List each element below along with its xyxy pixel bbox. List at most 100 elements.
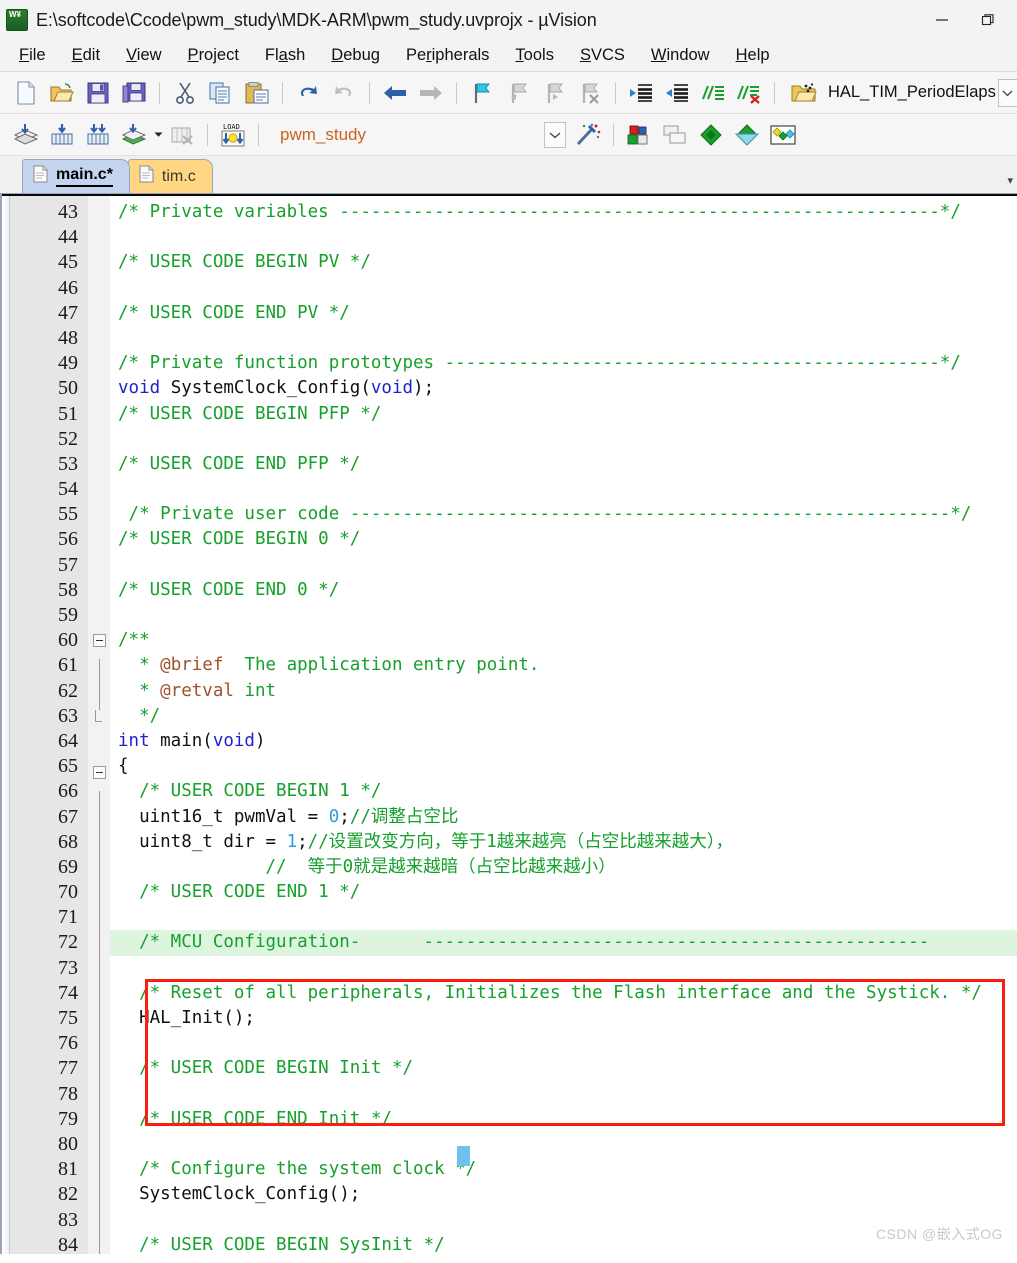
copy-icon[interactable] [205, 77, 237, 109]
code-line[interactable]: uint16_t pwmVal = 0;//调整占空比 [110, 805, 1017, 830]
save-all-icon[interactable] [118, 77, 150, 109]
code-line[interactable]: /* USER CODE END Init */ [110, 1107, 1017, 1132]
project-target-combo[interactable]: pwm_study [272, 121, 566, 148]
code-line[interactable]: /* USER CODE END 1 */ [110, 880, 1017, 905]
menu-help[interactable]: Help [723, 44, 783, 67]
bookmark-next-icon[interactable] [538, 77, 570, 109]
tab-main-c[interactable]: main.c* [22, 159, 130, 193]
indent-right-icon[interactable] [625, 77, 657, 109]
code-line[interactable]: /* Private user code -------------------… [110, 502, 1017, 527]
code-line[interactable]: { [110, 754, 1017, 779]
code-fold-column[interactable] [88, 194, 110, 1254]
undo-icon[interactable] [292, 77, 324, 109]
code-line[interactable]: /* USER CODE END PV */ [110, 301, 1017, 326]
code-line[interactable]: */ [110, 704, 1017, 729]
batch-build-icon[interactable] [118, 119, 150, 151]
code-text-area[interactable]: /* Private variables -------------------… [110, 194, 1017, 1254]
code-line[interactable] [110, 326, 1017, 351]
tab-scroll-icon[interactable]: ▾ [1007, 174, 1013, 187]
code-line[interactable] [110, 1082, 1017, 1107]
code-line[interactable]: /* Reset of all peripherals, Initializes… [110, 981, 1017, 1006]
new-file-icon[interactable] [10, 77, 42, 109]
editor-split-handle[interactable] [2, 194, 10, 1254]
rebuild-icon[interactable] [82, 119, 114, 151]
bookmark-prev-icon[interactable] [502, 77, 534, 109]
code-line[interactable]: /** [110, 628, 1017, 653]
code-line[interactable] [110, 553, 1017, 578]
code-line[interactable]: /* Configure the system clock */ [110, 1157, 1017, 1182]
code-line[interactable]: void SystemClock_Config(void); [110, 376, 1017, 401]
code-line[interactable]: /* USER CODE BEGIN 1 */ [110, 779, 1017, 804]
code-line[interactable] [110, 956, 1017, 981]
code-line[interactable]: /* MCU Configuration- ------------------… [110, 930, 1017, 956]
load-icon[interactable]: LOAD [217, 119, 249, 151]
code-line[interactable]: // 等于0就是越来越暗（占空比越来越小） [110, 855, 1017, 880]
code-line[interactable]: /* USER CODE BEGIN Init */ [110, 1056, 1017, 1081]
code-line[interactable]: uint8_t dir = 1;//设置改变方向，等于1越来越亮（占空比越来越大… [110, 830, 1017, 855]
code-line[interactable]: /* USER CODE END PFP */ [110, 452, 1017, 477]
code-line[interactable] [110, 276, 1017, 301]
code-line[interactable]: SystemClock_Config(); [110, 1182, 1017, 1207]
code-line[interactable]: /* USER CODE BEGIN 0 */ [110, 527, 1017, 552]
manage-rte-icon[interactable] [767, 119, 799, 151]
bookmark-clear-icon[interactable] [574, 77, 606, 109]
code-line[interactable] [110, 905, 1017, 930]
chevron-down-icon[interactable] [543, 121, 566, 148]
target-options-icon[interactable] [623, 119, 655, 151]
save-icon[interactable] [82, 77, 114, 109]
translate-icon[interactable] [10, 119, 42, 151]
fold-marker[interactable] [88, 634, 110, 659]
code-line[interactable]: * @retval int [110, 679, 1017, 704]
build-icon[interactable] [46, 119, 78, 151]
batch-build-dropdown-icon[interactable] [152, 119, 164, 151]
code-line[interactable] [110, 427, 1017, 452]
code-line[interactable]: int main(void) [110, 729, 1017, 754]
menu-file[interactable]: File [6, 44, 59, 67]
menu-project[interactable]: Project [175, 44, 252, 67]
code-line[interactable] [110, 477, 1017, 502]
paste-icon[interactable] [241, 77, 273, 109]
menu-svcs[interactable]: SVCS [567, 44, 638, 67]
bookmark-toggle-icon[interactable] [466, 77, 498, 109]
cut-icon[interactable] [169, 77, 201, 109]
navigate-forward-icon[interactable] [415, 77, 447, 109]
code-line[interactable] [110, 1031, 1017, 1056]
menu-peripherals[interactable]: Peripherals [393, 44, 502, 67]
open-file-icon[interactable] [46, 77, 78, 109]
code-line[interactable] [110, 603, 1017, 628]
navigate-back-icon[interactable] [379, 77, 411, 109]
code-line[interactable]: * @brief The application entry point. [110, 653, 1017, 678]
redo-icon[interactable] [328, 77, 360, 109]
code-line[interactable]: /* USER CODE BEGIN PFP */ [110, 402, 1017, 427]
configuration-wizard-icon[interactable] [695, 119, 727, 151]
comment-icon[interactable] [697, 77, 729, 109]
fold-marker[interactable] [88, 766, 110, 791]
code-line[interactable] [110, 1132, 1017, 1157]
menu-window[interactable]: Window [638, 44, 723, 67]
code-editor[interactable]: 43 44 45 46 47 48 49 50 51 52 53 54 55 56 57 58 59 60 61 62… [0, 194, 1017, 1254]
magic-wand-icon[interactable] [572, 119, 604, 151]
function-navigator[interactable]: HAL_TIM_PeriodElaps [786, 77, 1017, 109]
code-line[interactable] [110, 225, 1017, 250]
tab-tim-c[interactable]: tim.c [127, 159, 213, 193]
uvision-icon [6, 9, 28, 31]
minimize-button[interactable] [919, 3, 965, 37]
indent-left-icon[interactable] [661, 77, 693, 109]
code-line[interactable]: HAL_Init(); [110, 1006, 1017, 1031]
menu-edit[interactable]: Edit [59, 44, 113, 67]
menu-view[interactable]: View [113, 44, 174, 67]
pack-installer-icon[interactable] [731, 119, 763, 151]
code-line[interactable]: /* Private function prototypes ---------… [110, 351, 1017, 376]
menu-debug[interactable]: Debug [318, 44, 393, 67]
code-line[interactable]: /* Private variables -------------------… [110, 200, 1017, 225]
code-line[interactable]: /* USER CODE BEGIN PV */ [110, 250, 1017, 275]
function-browse-icon[interactable] [788, 77, 820, 109]
stop-build-icon[interactable] [166, 119, 198, 151]
uncomment-icon[interactable] [733, 77, 765, 109]
manage-windows-icon[interactable] [659, 119, 691, 151]
menu-flash[interactable]: Flash [252, 44, 318, 67]
chevron-down-icon[interactable] [997, 78, 1017, 107]
restore-button[interactable] [965, 3, 1011, 37]
menu-tools[interactable]: Tools [502, 44, 567, 67]
code-line[interactable]: /* USER CODE END 0 */ [110, 578, 1017, 603]
